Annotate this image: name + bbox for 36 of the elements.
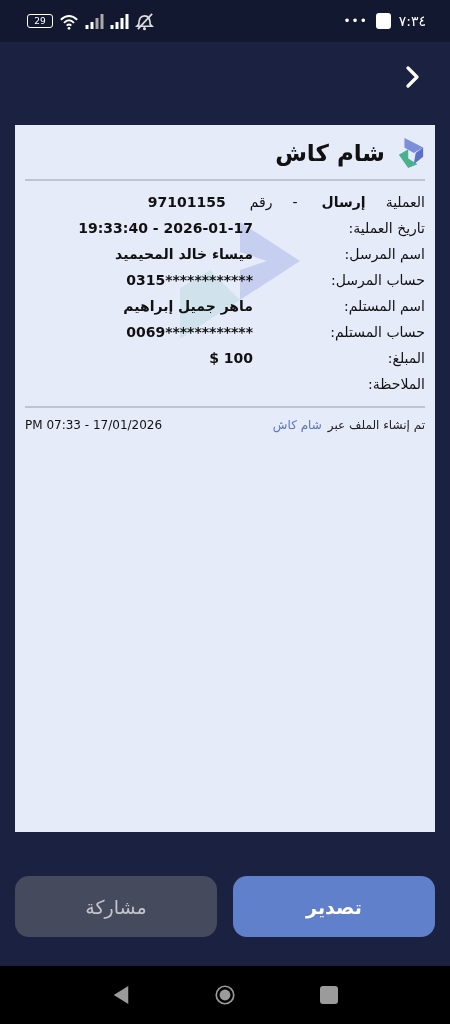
recents-icon[interactable] bbox=[319, 985, 339, 1005]
separator-dash: - bbox=[292, 194, 298, 210]
field-value: 0315************ bbox=[126, 272, 253, 288]
signal-icon bbox=[85, 13, 104, 29]
field-label: تاريخ العملية: bbox=[347, 220, 425, 236]
field-value: 0069************ bbox=[126, 324, 253, 340]
field-label: الملاحظة: bbox=[367, 376, 425, 392]
share-button[interactable]: مشاركة bbox=[15, 876, 217, 937]
footer-note: تم إنشاء الملف عبر bbox=[327, 418, 425, 432]
clock-time: ٧:٣٤ bbox=[398, 13, 426, 29]
field-label: العملية bbox=[385, 194, 425, 210]
footer-timestamp: PM 07:33 - 17/01/2026 bbox=[25, 418, 163, 432]
logo-icon bbox=[397, 136, 425, 170]
forward-chevron-icon[interactable] bbox=[406, 66, 420, 88]
battery-icon: 29 bbox=[27, 14, 53, 28]
export-button[interactable]: تصدير bbox=[233, 876, 435, 937]
brand-link[interactable]: شام كاش bbox=[272, 418, 322, 432]
brand-title: شام كاش bbox=[275, 140, 385, 166]
notification-icon bbox=[375, 13, 391, 29]
operation-type: إرسال bbox=[321, 194, 366, 210]
field-value: $ 100 bbox=[209, 350, 253, 366]
field-value: 19:33:40 - 2026-01-17 bbox=[78, 220, 253, 236]
field-label: اسم المستلم: bbox=[342, 298, 425, 314]
wifi-icon bbox=[59, 12, 79, 30]
field-label: المبلغ: bbox=[386, 350, 425, 366]
operation-number: 97101155 bbox=[147, 194, 226, 210]
field-label: اسم المرسل: bbox=[343, 246, 425, 262]
field-label: حساب المستلم: bbox=[329, 324, 425, 340]
field-label: حساب المرسل: bbox=[329, 272, 425, 288]
field-value: ميساء خالد المحيميد bbox=[115, 246, 253, 262]
field-label: رقم bbox=[249, 194, 273, 210]
muted-bell-icon bbox=[135, 11, 154, 31]
home-icon[interactable] bbox=[215, 985, 235, 1005]
signal-icon bbox=[110, 13, 129, 29]
field-value: ماهر جميل إبراهيم bbox=[123, 298, 253, 314]
more-indicator: ••• bbox=[343, 14, 368, 28]
